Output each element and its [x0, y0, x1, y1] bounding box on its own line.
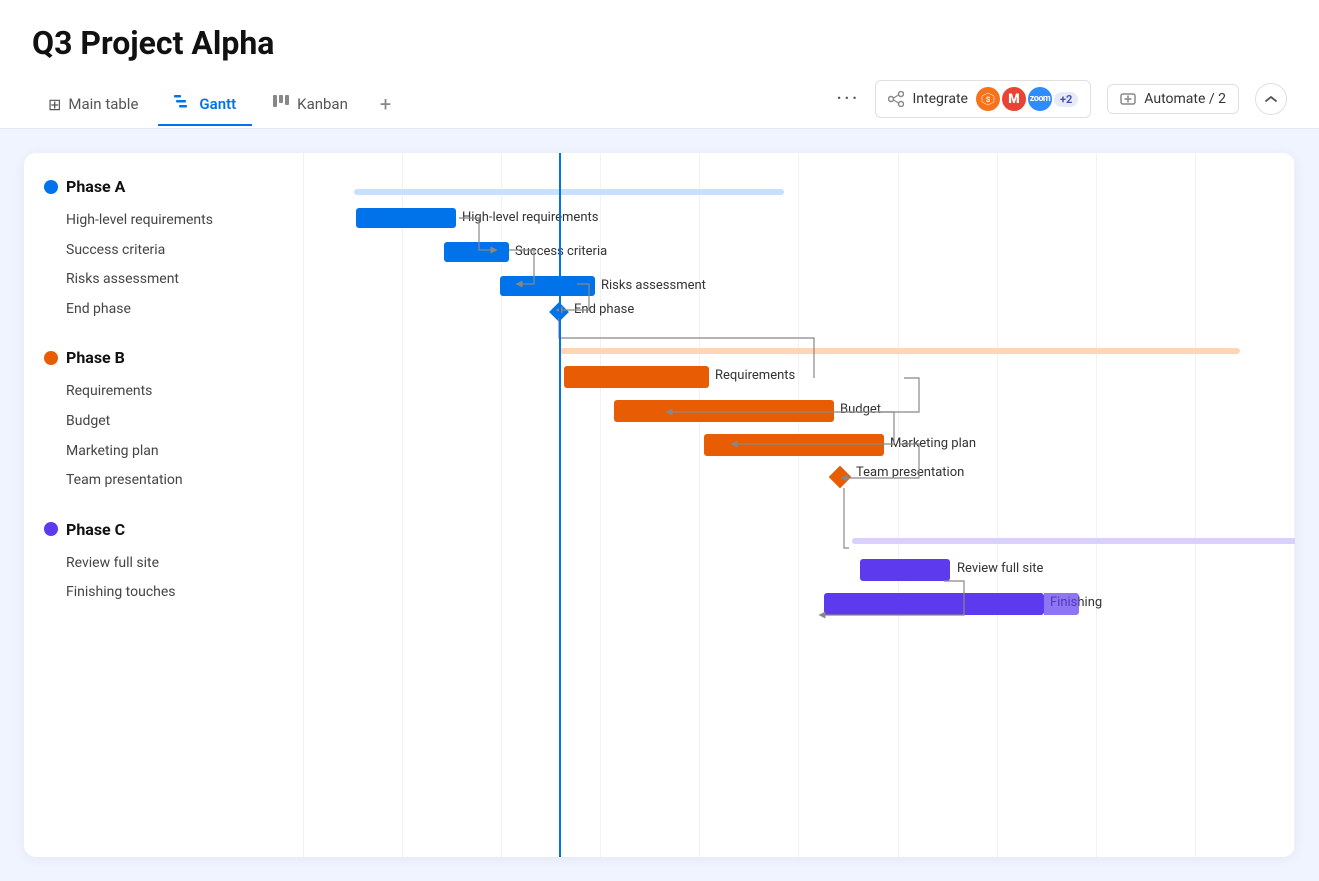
phase-c-group: Phase C Review full site Finishing touch…	[44, 520, 283, 608]
today-line	[559, 153, 561, 857]
phase-b-group: Phase B Requirements Budget Marketing pl…	[44, 348, 283, 495]
task-team-presentation: Team presentation	[44, 466, 283, 496]
gantt-task-list: Phase A High-level requirements Success …	[24, 153, 304, 857]
task-high-level: High-level requirements	[44, 206, 283, 236]
automate-button[interactable]: Automate / 2	[1107, 84, 1239, 114]
task-requirements: Requirements	[44, 377, 283, 407]
gantt-chart: High-level requirements Success criteria…	[304, 153, 1295, 857]
bar-success-criteria-label: Success criteria	[515, 244, 607, 259]
task-budget: Budget	[44, 407, 283, 437]
phase-b-dot	[44, 351, 58, 365]
bar-marketing-plan[interactable]	[704, 434, 884, 456]
bar-team-presentation-label: Team presentation	[856, 465, 964, 480]
bar-high-level-label: High-level requirements	[462, 210, 598, 225]
phase-c-summary-bar	[852, 538, 1295, 544]
phase-a-header: Phase A	[44, 177, 283, 196]
task-review-full-site: Review full site	[44, 549, 283, 579]
gantt-icon	[174, 94, 192, 114]
tab-kanban[interactable]: Kanban	[256, 84, 364, 126]
integrate-icons: S M zoom +2	[976, 87, 1078, 111]
phase-a-summary-bar	[354, 189, 784, 195]
phase-b-summary-bar	[560, 348, 1240, 354]
phase-a-dot	[44, 180, 58, 194]
gantt-chart-area: High-level requirements Success criteria…	[304, 153, 1295, 857]
phase-c-dot	[44, 522, 58, 536]
phase-b-header: Phase B	[44, 348, 283, 367]
main-content: Phase A High-level requirements Success …	[0, 129, 1319, 881]
bar-high-level[interactable]	[356, 208, 456, 228]
phase-c-header: Phase C	[44, 520, 283, 539]
kanban-icon	[272, 94, 290, 114]
tab-gantt[interactable]: Gantt	[158, 84, 252, 126]
more-options-button[interactable]: ···	[836, 87, 859, 112]
bar-finishing-overflow	[1044, 593, 1079, 615]
gantt-container: Phase A High-level requirements Success …	[24, 153, 1295, 857]
task-success-criteria: Success criteria	[44, 236, 283, 266]
bar-requirements-label: Requirements	[715, 368, 795, 383]
task-marketing-plan: Marketing plan	[44, 437, 283, 467]
tab-main-table[interactable]: ⊞ Main table	[32, 85, 154, 126]
automate-icon	[1120, 91, 1136, 107]
integrate-button[interactable]: Integrate S M zoom +2	[875, 80, 1091, 118]
bar-review-full-site-label: Review full site	[957, 561, 1043, 576]
task-risks-assessment: Risks assessment	[44, 265, 283, 295]
collapse-button[interactable]	[1255, 83, 1287, 115]
bar-budget[interactable]	[614, 400, 834, 422]
bar-requirements[interactable]	[564, 366, 709, 388]
bar-end-phase-a-label: End phase	[574, 302, 634, 317]
integrate-icon	[888, 91, 904, 107]
task-end-phase-a: End phase	[44, 295, 283, 325]
bar-finishing-touches[interactable]	[824, 593, 1044, 615]
add-tab-button[interactable]: +	[368, 82, 403, 126]
svg-text:S: S	[986, 96, 991, 104]
bar-risks-assessment-label: Risks assessment	[601, 278, 706, 293]
bar-review-full-site[interactable]	[860, 559, 950, 581]
chevron-up-icon	[1265, 95, 1277, 103]
bar-success-criteria[interactable]	[444, 242, 509, 262]
bar-budget-label: Budget	[840, 402, 881, 417]
main-table-icon: ⊞	[48, 95, 61, 114]
task-finishing-touches: Finishing touches	[44, 578, 283, 608]
page-title: Q3 Project Alpha	[32, 24, 1287, 62]
bar-marketing-plan-label: Marketing plan	[890, 436, 976, 451]
phase-a-group: Phase A High-level requirements Success …	[44, 177, 283, 324]
bar-risks-assessment[interactable]	[500, 276, 595, 296]
